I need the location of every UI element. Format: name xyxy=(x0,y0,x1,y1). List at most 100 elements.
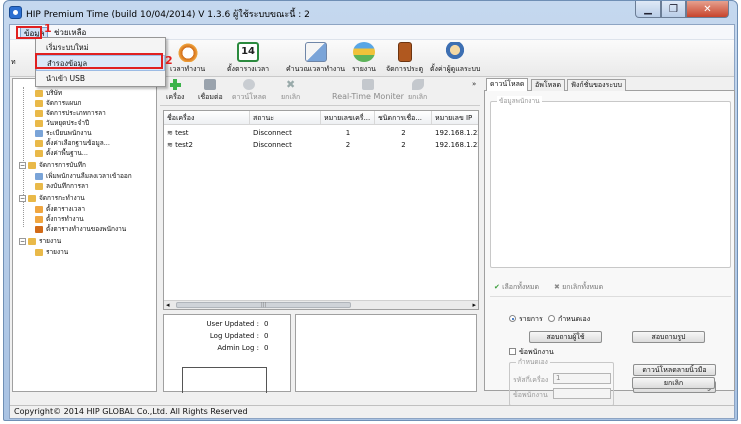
device-cancel-button[interactable]: ✖ ยกเลิก xyxy=(281,79,300,103)
navigation-tree: บริษัท จัดการแผนก จัดการประเภทการลา วันห… xyxy=(12,78,157,392)
tree-item[interactable]: จัดการประเภทการลา xyxy=(35,108,106,118)
user-updated-value: 0 xyxy=(264,320,269,328)
right-panel: ดาวน์โหลด อัพโหลด ฟังก์ชั่นของระบบ ข้อมู… xyxy=(484,78,735,406)
tree-group[interactable]: − จัดการการบันทึก xyxy=(19,160,86,170)
device-status-cell: Disconnect xyxy=(253,129,292,137)
select-all-button[interactable]: ✔ เลือกทั้งหมด xyxy=(494,282,539,293)
check-icon: ✔ xyxy=(494,283,500,291)
device-ip-cell: 192.168.1.226 xyxy=(435,129,478,137)
status-bar: Copyright© 2014 HIP GLOBAL Co.,Ltd. All … xyxy=(10,405,734,418)
download-icon xyxy=(243,79,256,90)
device-id-label: รหัสกี่เครื่อง xyxy=(513,376,549,384)
toolbar-admin[interactable]: ตั้งค่าผู้ดูแลระบบ xyxy=(430,42,480,75)
radio-custom[interactable] xyxy=(548,315,555,322)
menu-import-usb[interactable]: นำเข้า USB xyxy=(36,71,165,87)
step-1-label: 1 xyxy=(44,22,52,35)
device-conn-cell: 2 xyxy=(401,129,406,137)
update-status-area: User Updated : 0 Log Updated : 0 Admin L… xyxy=(163,314,291,393)
download-fingerprint-button[interactable]: ดาวน์โหลดลายนิ้วมือ xyxy=(633,364,716,376)
log-updated-label: Log Updated : xyxy=(209,332,259,340)
tree-item[interactable]: บริษัท xyxy=(35,88,62,98)
tree-item[interactable]: ตั้งค่าพื้นฐาน... xyxy=(35,148,88,158)
column-header[interactable]: หมายเลขเครื่... xyxy=(321,111,375,124)
toolbar-door[interactable]: จัดการประตู xyxy=(386,42,423,75)
toolbar-work-time[interactable]: เวลาทำงาน xyxy=(170,42,205,75)
tab-download[interactable]: ดาวน์โหลด xyxy=(486,78,529,91)
radio-all[interactable] xyxy=(509,315,516,322)
scroll-right-icon[interactable]: ▸ xyxy=(472,301,476,309)
realtime-monitor-button[interactable]: Real-Time Moniter xyxy=(332,79,404,101)
monitor-icon xyxy=(361,79,374,90)
column-header[interactable]: หมายเลข IP xyxy=(432,111,478,124)
table-row[interactable]: ≋ test2 Disconnect 2 2 192.168.1.226 xyxy=(164,139,478,151)
tree-group[interactable]: − จัดการกะทำงาน xyxy=(19,193,85,203)
column-header[interactable]: ชื่อเครื่อง xyxy=(164,111,250,124)
caption-buttons: ▁ ❐ ✕ xyxy=(635,1,729,18)
scroll-thumb[interactable]: ||| xyxy=(176,302,351,308)
tree-item[interactable]: เพิ่มพนักงานลืมลงเวลาเข้าออก xyxy=(35,171,132,181)
tree-item[interactable]: ตั้งการทำงาน xyxy=(35,214,84,224)
tree-item[interactable]: ระเบียนพนักงาน xyxy=(35,128,92,138)
shift-icon xyxy=(35,225,43,233)
tree-item[interactable]: รายงาน xyxy=(35,247,68,257)
collapse-icon[interactable]: − xyxy=(19,161,26,169)
tab-upload[interactable]: อัพโหลด xyxy=(531,79,566,91)
tree-item[interactable]: ตั้งค่าเลือกฐานข้อมูล... xyxy=(35,138,110,148)
device-conn-cell: 2 xyxy=(401,141,406,149)
photo-frame xyxy=(182,367,267,393)
monitor-cancel-button[interactable]: ยกเลิก xyxy=(408,79,427,103)
tree-item[interactable]: ตั้งตารางทำงานของพนักงาน xyxy=(35,224,126,234)
people-icon xyxy=(35,129,43,137)
settings-icon xyxy=(35,149,43,157)
close-button[interactable]: ✕ xyxy=(686,1,729,18)
maximize-button[interactable]: ❐ xyxy=(661,1,686,18)
tree-item[interactable]: ลงบันทึกการลา xyxy=(35,181,89,191)
window-title: HIP Premium Time (build 10/04/2014) V 1.… xyxy=(26,10,310,20)
folder-icon xyxy=(35,99,43,107)
employee-group: ข้อมูลพนักงาน xyxy=(490,96,731,268)
toolbar-overflow-button[interactable]: » xyxy=(472,80,476,88)
admin-log-label: Admin Log : xyxy=(217,344,259,352)
employee-id-input[interactable] xyxy=(553,388,611,399)
highlight-box-menu xyxy=(16,26,42,39)
leave-icon xyxy=(35,182,43,190)
download-user-button[interactable]: สอบถามผู้ใช้ xyxy=(529,331,602,343)
cancel-download-button[interactable]: ยกเลิก xyxy=(632,377,715,389)
device-add-button[interactable]: เครื่อง xyxy=(166,79,184,103)
admin-log-value: 0 xyxy=(264,344,269,352)
report-icon xyxy=(352,42,375,62)
tree-group[interactable]: − รายงาน xyxy=(19,236,61,246)
cancel-all-button[interactable]: ✖ ยกเลิกทั้งหมด xyxy=(554,282,603,293)
device-id-spinner[interactable]: 1 xyxy=(553,373,611,384)
device-download-button[interactable]: ดาวน์โหลด xyxy=(232,79,266,103)
device-name-cell: ≋ test xyxy=(167,129,189,137)
device-number-cell: 1 xyxy=(345,129,351,137)
toolbar-calc-time[interactable]: คำนวณเวลาทำงาน xyxy=(286,42,345,75)
tree-item[interactable]: วันหยุดประจำปี xyxy=(35,118,89,128)
folder-icon xyxy=(35,119,43,127)
user-updated-label: User Updated : xyxy=(206,320,259,328)
calendar-icon: 14 xyxy=(237,42,260,62)
folder-icon xyxy=(28,194,36,202)
column-header[interactable]: ชนิดการเชื่อ... xyxy=(375,111,432,124)
table-row[interactable]: ≋ test Disconnect 1 2 192.168.1.226 xyxy=(164,127,478,139)
tab-system-functions[interactable]: ฟังก์ชั่นของระบบ xyxy=(567,79,626,91)
tree-item[interactable]: ตั้งตารางเวลา xyxy=(35,204,85,214)
tree-item[interactable]: จัดการแผนก xyxy=(35,98,81,108)
report-icon xyxy=(35,248,43,256)
toolbar-schedule[interactable]: 14 ตั้งตารางเวลา xyxy=(227,42,269,75)
device-connect-button[interactable]: เชื่อมต่อ xyxy=(198,79,223,103)
folder-icon xyxy=(35,89,43,97)
app-window: HIP Premium Time (build 10/04/2014) V 1.… xyxy=(3,0,738,421)
horizontal-scrollbar[interactable]: ◂ ||| ▸ xyxy=(164,300,478,309)
title-bar[interactable]: HIP Premium Time (build 10/04/2014) V 1.… xyxy=(4,1,737,25)
device-ip-cell: 192.168.1.226 xyxy=(435,141,478,149)
column-header[interactable]: สถานะ xyxy=(250,111,321,124)
scroll-left-icon[interactable]: ◂ xyxy=(166,301,170,309)
employee-checkbox[interactable] xyxy=(509,348,516,355)
collapse-icon[interactable]: − xyxy=(19,237,26,245)
download-photo-button[interactable]: สอบถามรูป xyxy=(632,331,705,343)
minimize-button[interactable]: ▁ xyxy=(635,1,661,18)
toolbar-report[interactable]: รายงาน xyxy=(352,42,376,75)
collapse-icon[interactable]: − xyxy=(19,194,26,202)
